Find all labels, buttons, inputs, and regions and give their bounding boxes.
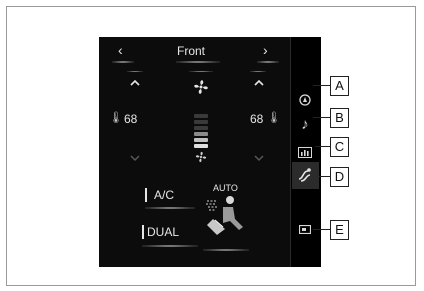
- fan-level-segment: [194, 132, 208, 136]
- fan-level-segment: [194, 126, 208, 130]
- callout-e: E: [330, 220, 349, 240]
- callout-leader-c: [315, 146, 330, 147]
- previous-arrow-glow: [112, 61, 134, 63]
- right-temp-up-icon[interactable]: [254, 79, 264, 86]
- ac-indicator: [145, 188, 147, 202]
- dual-button-glow: [142, 245, 198, 247]
- header-title-glow: [176, 61, 220, 63]
- equalizer-icon[interactable]: [298, 147, 312, 158]
- ac-button-glow: [145, 207, 195, 209]
- fan-level-segment: [194, 120, 208, 124]
- screen-off-icon[interactable]: [299, 225, 311, 234]
- climate-screen: ‹ Front › 🌡 68 68 🌡 A/C DUAL AUTO ♪: [99, 37, 321, 267]
- dual-indicator: [142, 225, 144, 239]
- left-thermometer-icon: 🌡: [109, 112, 123, 124]
- fan-level-segment: [194, 144, 208, 148]
- left-temp-up-icon[interactable]: [130, 79, 140, 86]
- callout-d: D: [330, 167, 349, 187]
- right-temp-down-icon[interactable]: [254, 155, 264, 162]
- airflow-icon[interactable]: [297, 167, 313, 183]
- left-temperature: 68: [124, 112, 138, 126]
- climate-icon[interactable]: [299, 94, 311, 106]
- callout-b: B: [330, 108, 349, 128]
- auto-airflow-seat-icon[interactable]: [203, 193, 249, 239]
- side-divider: [290, 37, 291, 267]
- next-arrow-icon[interactable]: ›: [263, 43, 268, 57]
- left-temp-down-icon[interactable]: [130, 155, 140, 162]
- callout-c: C: [330, 137, 349, 157]
- auto-glow: [203, 249, 249, 251]
- dual-label: DUAL: [147, 225, 180, 239]
- fan-low-icon[interactable]: [195, 151, 207, 163]
- callout-a: A: [330, 76, 349, 96]
- fan-level-segment: [194, 114, 208, 118]
- fan-high-icon[interactable]: [193, 79, 209, 95]
- right-temp-up-glow: [250, 71, 266, 72]
- callout-leader-e: [313, 229, 330, 230]
- dual-button[interactable]: DUAL: [142, 224, 198, 242]
- next-arrow-glow: [257, 61, 279, 63]
- music-note-icon[interactable]: ♪: [297, 116, 313, 133]
- fan-level-segment: [194, 138, 208, 142]
- left-temp-up-glow: [127, 71, 143, 72]
- fan-up-glow: [189, 71, 213, 72]
- previous-arrow-icon[interactable]: ‹: [118, 43, 123, 57]
- callout-leader-d: [318, 176, 330, 177]
- ac-button[interactable]: A/C: [145, 187, 195, 205]
- auto-label: AUTO: [213, 183, 238, 193]
- ac-label: A/C: [154, 188, 175, 202]
- fan-speed-indicator: [194, 114, 208, 150]
- right-thermometer-icon: 🌡: [267, 112, 281, 124]
- callout-leader-a: [313, 85, 330, 86]
- header-title: Front: [177, 44, 206, 58]
- callout-leader-b: [313, 117, 330, 118]
- right-temperature: 68: [250, 112, 264, 126]
